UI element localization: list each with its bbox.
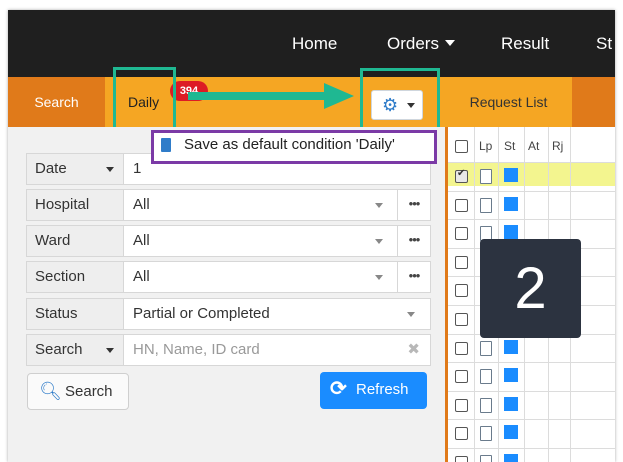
grid-row-divider [448, 390, 615, 392]
ward-more-button[interactable]: ••• [397, 226, 430, 256]
nav-home[interactable]: Home [292, 34, 337, 54]
status-indicator [504, 454, 518, 462]
ward-select[interactable]: All [133, 226, 150, 256]
app-window: Home Orders Result St Search Daily Reque… [8, 10, 615, 462]
status-row: Status Partial or Completed [26, 298, 431, 330]
hospital-more-button[interactable]: ••• [397, 190, 430, 220]
search-row: Search HN, Name, ID card ✖ [26, 334, 431, 366]
status-indicator [504, 225, 518, 240]
annotation-highlight-daily-tab [113, 67, 176, 135]
search-button[interactable]: 🔍︎ Search [27, 373, 129, 410]
status-select[interactable]: Partial or Completed [133, 299, 270, 329]
nav-orders[interactable]: Orders [387, 34, 455, 54]
nav-result[interactable]: Result [501, 34, 549, 54]
status-indicator [504, 168, 518, 182]
chevron-down-icon[interactable] [375, 203, 383, 208]
row-checkbox[interactable] [455, 227, 468, 241]
settings-dropdown-menu: Save as default condition 'Daily' [151, 130, 437, 164]
annotation-arrow-icon [188, 83, 354, 109]
refresh-icon: ⟳ [330, 378, 347, 400]
grid-row-divider [448, 362, 615, 364]
row-checkbox[interactable] [455, 341, 468, 355]
document-icon[interactable] [480, 340, 492, 356]
section-more-button[interactable]: ••• [397, 262, 430, 292]
row-checkbox[interactable] [455, 284, 468, 298]
nav-result-label: Result [501, 34, 550, 53]
tab-search-label: Search [34, 94, 79, 110]
grid-row-divider [448, 419, 615, 421]
row-checkbox[interactable] [455, 255, 468, 269]
grid-row-divider [448, 190, 615, 192]
row-checkbox[interactable] [455, 370, 468, 384]
nav-orders-label: Orders [387, 34, 439, 53]
grid-col-divider [474, 127, 475, 462]
caret-down-icon [106, 167, 114, 172]
save-default-condition-menu-item[interactable]: Save as default condition 'Daily' [184, 136, 395, 153]
row-checkbox[interactable] [455, 456, 468, 462]
search-form-panel: Date 1 Hospital All ••• Ward All ••• Sec… [8, 127, 445, 462]
document-icon[interactable] [480, 397, 492, 413]
status-indicator [504, 368, 518, 383]
document-icon[interactable] [480, 455, 492, 462]
search-button-label: Search [65, 383, 113, 400]
ward-row: Ward All ••• [26, 225, 431, 257]
section-select[interactable]: All [133, 262, 150, 292]
nav-home-label: Home [292, 34, 338, 53]
chevron-down-icon[interactable] [375, 239, 383, 244]
row-checkbox[interactable] [455, 198, 468, 212]
ward-label: Ward [27, 226, 124, 256]
select-all-checkbox[interactable] [455, 140, 468, 153]
status-indicator [504, 196, 518, 211]
hospital-label: Hospital [27, 190, 124, 220]
refresh-button-label: Refresh [356, 381, 409, 398]
section-row: Section All ••• [26, 261, 431, 293]
row-checkbox[interactable] [455, 427, 468, 441]
chevron-down-icon[interactable] [407, 312, 415, 317]
date-value[interactable]: 1 [133, 154, 141, 184]
status-indicator [504, 425, 518, 440]
section-label: Section [27, 262, 124, 292]
document-icon[interactable] [480, 426, 492, 442]
annotation-highlight-gear-button [360, 68, 440, 130]
tab-request-list[interactable]: Request List [445, 77, 572, 127]
search-type-select[interactable]: Search [27, 335, 124, 365]
tab-request-list-label: Request List [469, 94, 548, 110]
date-label: Date [35, 160, 67, 177]
hospital-row: Hospital All ••• [26, 189, 431, 221]
row-checkbox[interactable] [455, 313, 468, 326]
step-number-overlay: 2 [480, 239, 581, 338]
caret-down-icon [444, 40, 455, 46]
grid-row-divider [448, 448, 615, 449]
column-header-at[interactable]: At [528, 139, 539, 153]
hospital-select[interactable]: All [133, 190, 150, 220]
status-label: Status [27, 299, 124, 329]
search-input[interactable]: HN, Name, ID card [133, 335, 260, 365]
status-indicator [504, 396, 518, 411]
search-icon: 🔍︎ [39, 381, 62, 401]
column-header-lp[interactable]: Lp [479, 139, 492, 153]
document-icon[interactable] [480, 197, 492, 213]
status-indicator [504, 339, 518, 354]
column-header-rj[interactable]: Rj [552, 139, 563, 153]
grid-row-divider [448, 219, 615, 221]
row-checkbox[interactable] [455, 168, 468, 183]
tab-search[interactable]: Search [8, 77, 105, 127]
search-type-label: Search [35, 341, 83, 358]
row-checkbox[interactable] [455, 398, 468, 412]
document-icon[interactable] [480, 169, 492, 184]
nav-st[interactable]: St [596, 34, 612, 54]
chevron-down-icon[interactable] [375, 275, 383, 280]
top-navigation-bar: Home Orders Result St [8, 10, 615, 77]
clear-icon[interactable]: ✖ [407, 335, 420, 365]
document-icon[interactable] [480, 369, 492, 385]
document-icon [161, 138, 171, 152]
refresh-button[interactable]: ⟳ Refresh [320, 372, 427, 409]
nav-st-label: St [596, 34, 613, 53]
caret-down-icon [106, 348, 114, 353]
date-type-select[interactable]: Date [27, 154, 124, 184]
column-header-st[interactable]: St [504, 139, 515, 153]
